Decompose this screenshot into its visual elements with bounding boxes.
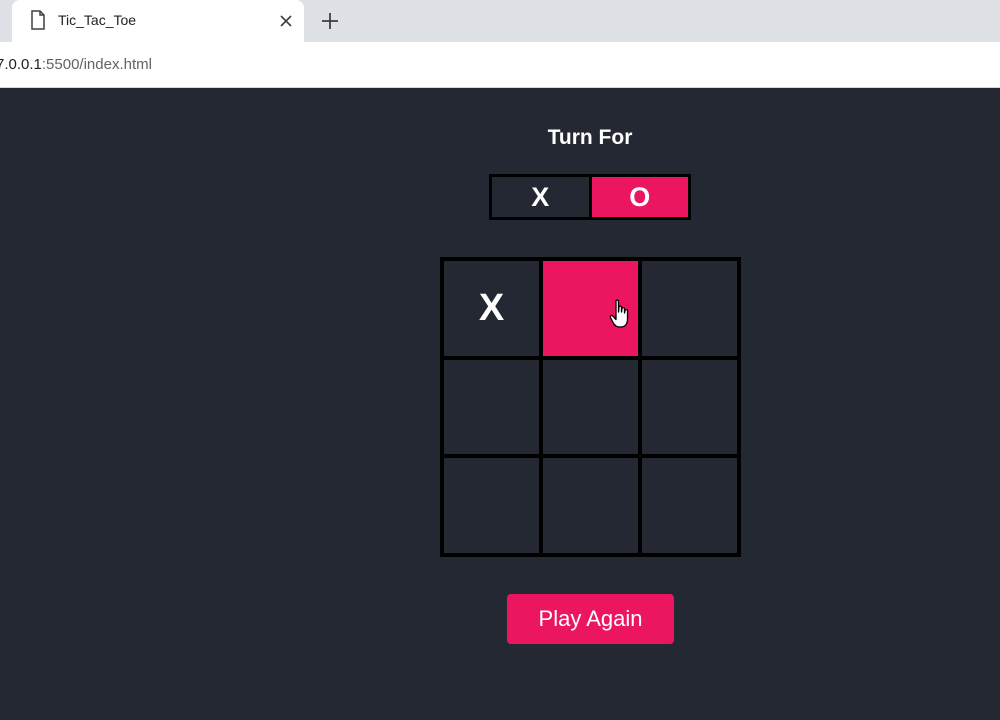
turn-indicator: X O bbox=[489, 174, 691, 220]
hand-cursor-icon bbox=[609, 299, 629, 328]
browser-tab[interactable]: Tic_Tac_Toe bbox=[12, 0, 304, 42]
tab-title: Tic_Tac_Toe bbox=[58, 12, 137, 28]
game-board: X bbox=[440, 257, 741, 557]
close-icon[interactable] bbox=[276, 11, 296, 31]
board-cell[interactable] bbox=[642, 458, 737, 553]
turn-o: O bbox=[591, 177, 688, 217]
file-icon bbox=[31, 10, 45, 30]
board-cell[interactable] bbox=[543, 458, 638, 553]
url-path: :5500/index.html bbox=[41, 56, 152, 73]
game-page: Turn For X O X Play Again bbox=[0, 88, 1000, 720]
board-cell[interactable] bbox=[444, 458, 539, 553]
tab-strip: Tic_Tac_Toe bbox=[0, 0, 1000, 42]
url-host: 7.0.0.1 bbox=[0, 56, 42, 73]
board-cell[interactable] bbox=[642, 261, 737, 356]
turn-heading: Turn For bbox=[547, 126, 633, 149]
plus-icon[interactable] bbox=[318, 9, 342, 33]
board-cell[interactable]: X bbox=[444, 261, 539, 356]
board-cell[interactable] bbox=[642, 359, 737, 455]
board-cell[interactable] bbox=[543, 359, 638, 455]
board-cell[interactable] bbox=[543, 261, 638, 356]
play-again-button[interactable]: Play Again bbox=[507, 594, 674, 644]
board-cell[interactable] bbox=[444, 359, 539, 455]
turn-x: X bbox=[492, 177, 589, 217]
url-text[interactable]: 7.0.0.1:5500/index.html bbox=[0, 56, 152, 73]
address-bar[interactable]: 7.0.0.1:5500/index.html bbox=[0, 42, 1000, 88]
